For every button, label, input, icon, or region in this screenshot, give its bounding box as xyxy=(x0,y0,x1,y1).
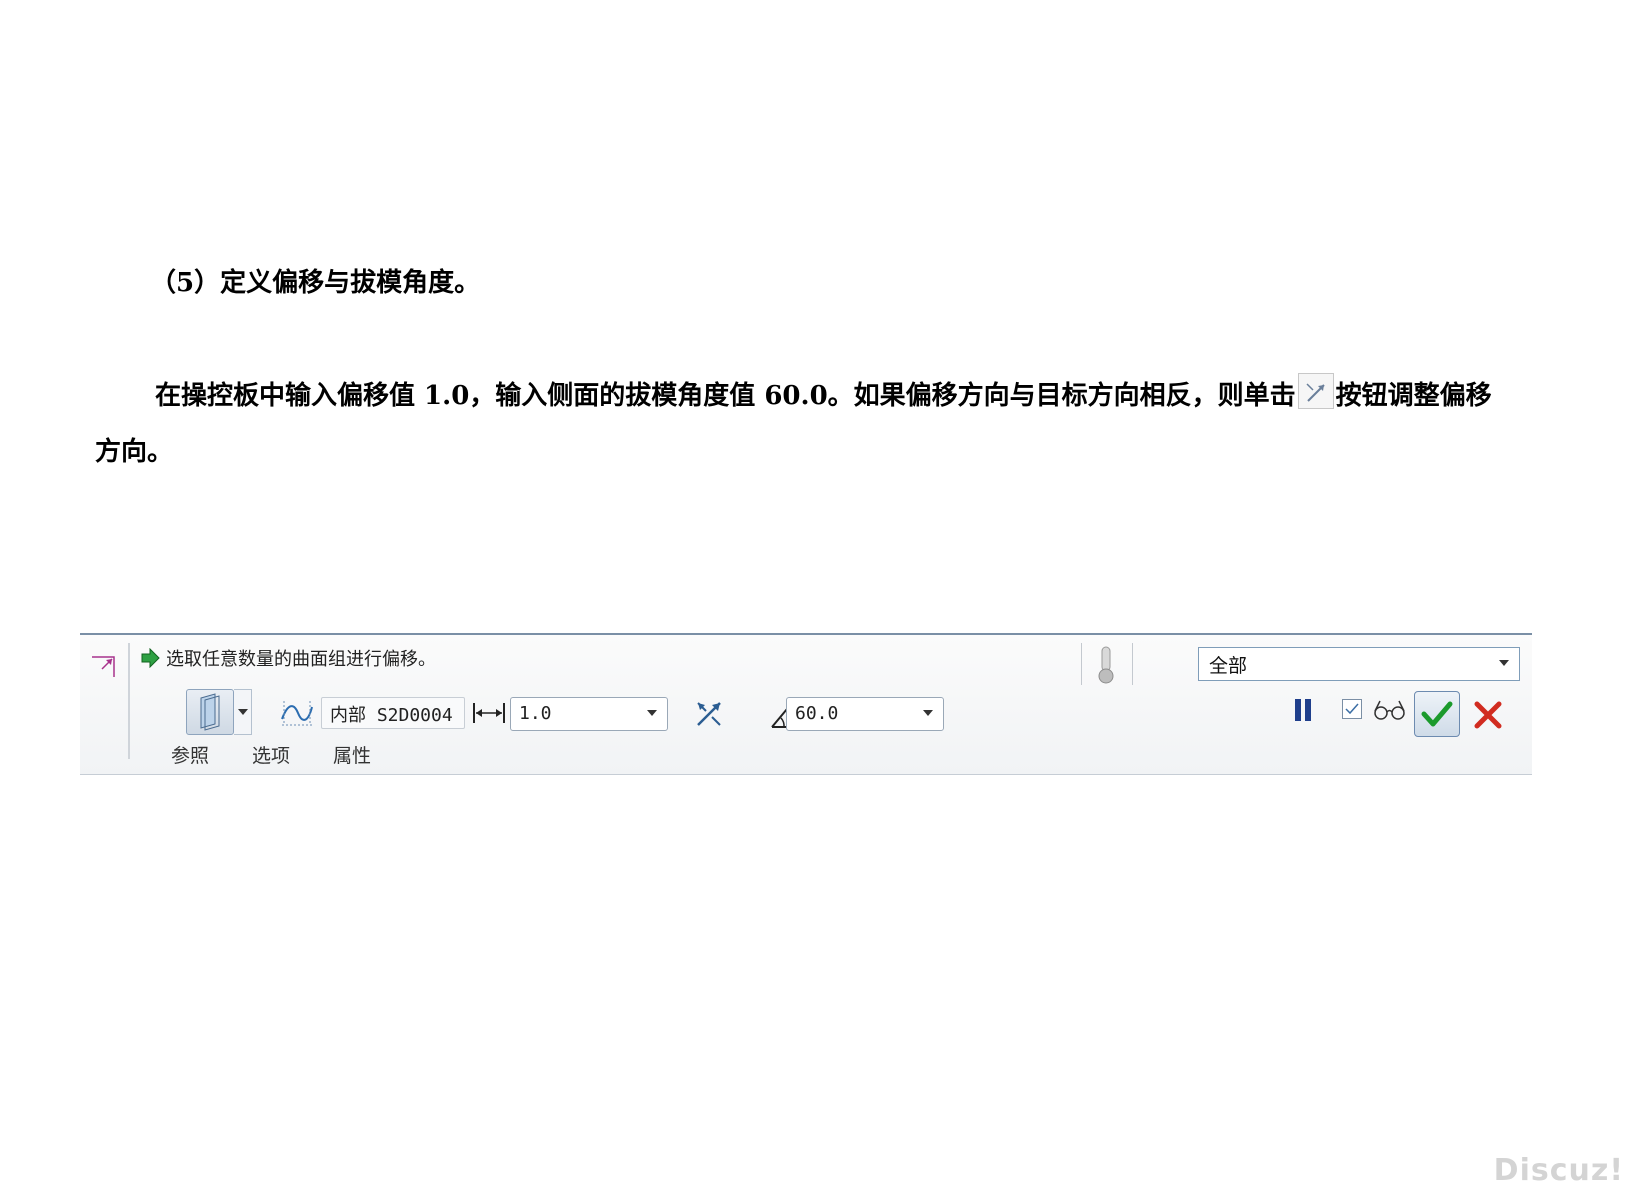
preview-checkbox[interactable] xyxy=(1342,699,1362,719)
chevron-down-icon xyxy=(923,710,933,716)
tab-options[interactable]: 选项 xyxy=(252,741,290,768)
green-check-icon xyxy=(1421,701,1453,727)
collapse-corner-icon[interactable] xyxy=(90,649,120,679)
surface-offset-button[interactable] xyxy=(186,689,234,735)
draft-offset-icon[interactable] xyxy=(280,697,314,729)
offset-dashboard: 选取任意数量的曲面组进行偏移。 全部 内部 S2D0004 1.0 60.0 参… xyxy=(80,633,1532,775)
surface-type-dropdown[interactable] xyxy=(234,689,252,735)
reference-sketch-field[interactable]: 内部 S2D0004 xyxy=(321,697,465,729)
tab-properties[interactable]: 属性 xyxy=(333,741,371,768)
filter-select[interactable]: 全部 xyxy=(1198,647,1520,681)
chevron-down-icon xyxy=(647,710,657,716)
watermark: Discuz! xyxy=(1493,1153,1624,1188)
divider xyxy=(1132,643,1133,685)
surface-icon xyxy=(200,693,220,731)
flip-direction-icon xyxy=(1297,373,1334,409)
tab-references[interactable]: 参照 xyxy=(171,741,209,768)
offset-distance-icon xyxy=(473,703,505,723)
paragraph-text-part-1: 在操控板中输入偏移值 1.0，输入侧面的拔模角度值 60.0。如果偏移方向与目标… xyxy=(155,381,1296,411)
offset-value-input[interactable]: 1.0 xyxy=(510,697,668,731)
chevron-down-icon xyxy=(238,709,248,715)
instruction-paragraph: 在操控板中输入偏移值 1.0，输入侧面的拔模角度值 60.0。如果偏移方向与目标… xyxy=(95,368,1495,480)
divider xyxy=(1081,643,1082,685)
thermometer-icon xyxy=(1098,646,1114,684)
section-heading: （5）定义偏移与拔模角度。 xyxy=(150,268,481,298)
filter-select-value: 全部 xyxy=(1209,655,1248,677)
status-message-text: 选取任意数量的曲面组进行偏移。 xyxy=(166,649,436,670)
flip-direction-icon[interactable] xyxy=(692,697,726,731)
divider xyxy=(128,643,130,759)
draft-angle-input[interactable]: 60.0 xyxy=(786,697,944,731)
status-message: 选取任意数量的曲面组进行偏移。 xyxy=(140,645,436,671)
offset-value-text: 1.0 xyxy=(519,703,552,724)
draft-angle-text: 60.0 xyxy=(795,703,839,724)
pause-icon[interactable] xyxy=(1293,697,1315,723)
green-arrow-icon xyxy=(141,648,160,668)
confirm-button[interactable] xyxy=(1414,691,1460,737)
chevron-down-icon xyxy=(1499,660,1509,666)
glasses-icon[interactable] xyxy=(1372,699,1408,721)
checkmark-icon xyxy=(1345,703,1359,715)
cancel-icon[interactable] xyxy=(1472,699,1504,731)
